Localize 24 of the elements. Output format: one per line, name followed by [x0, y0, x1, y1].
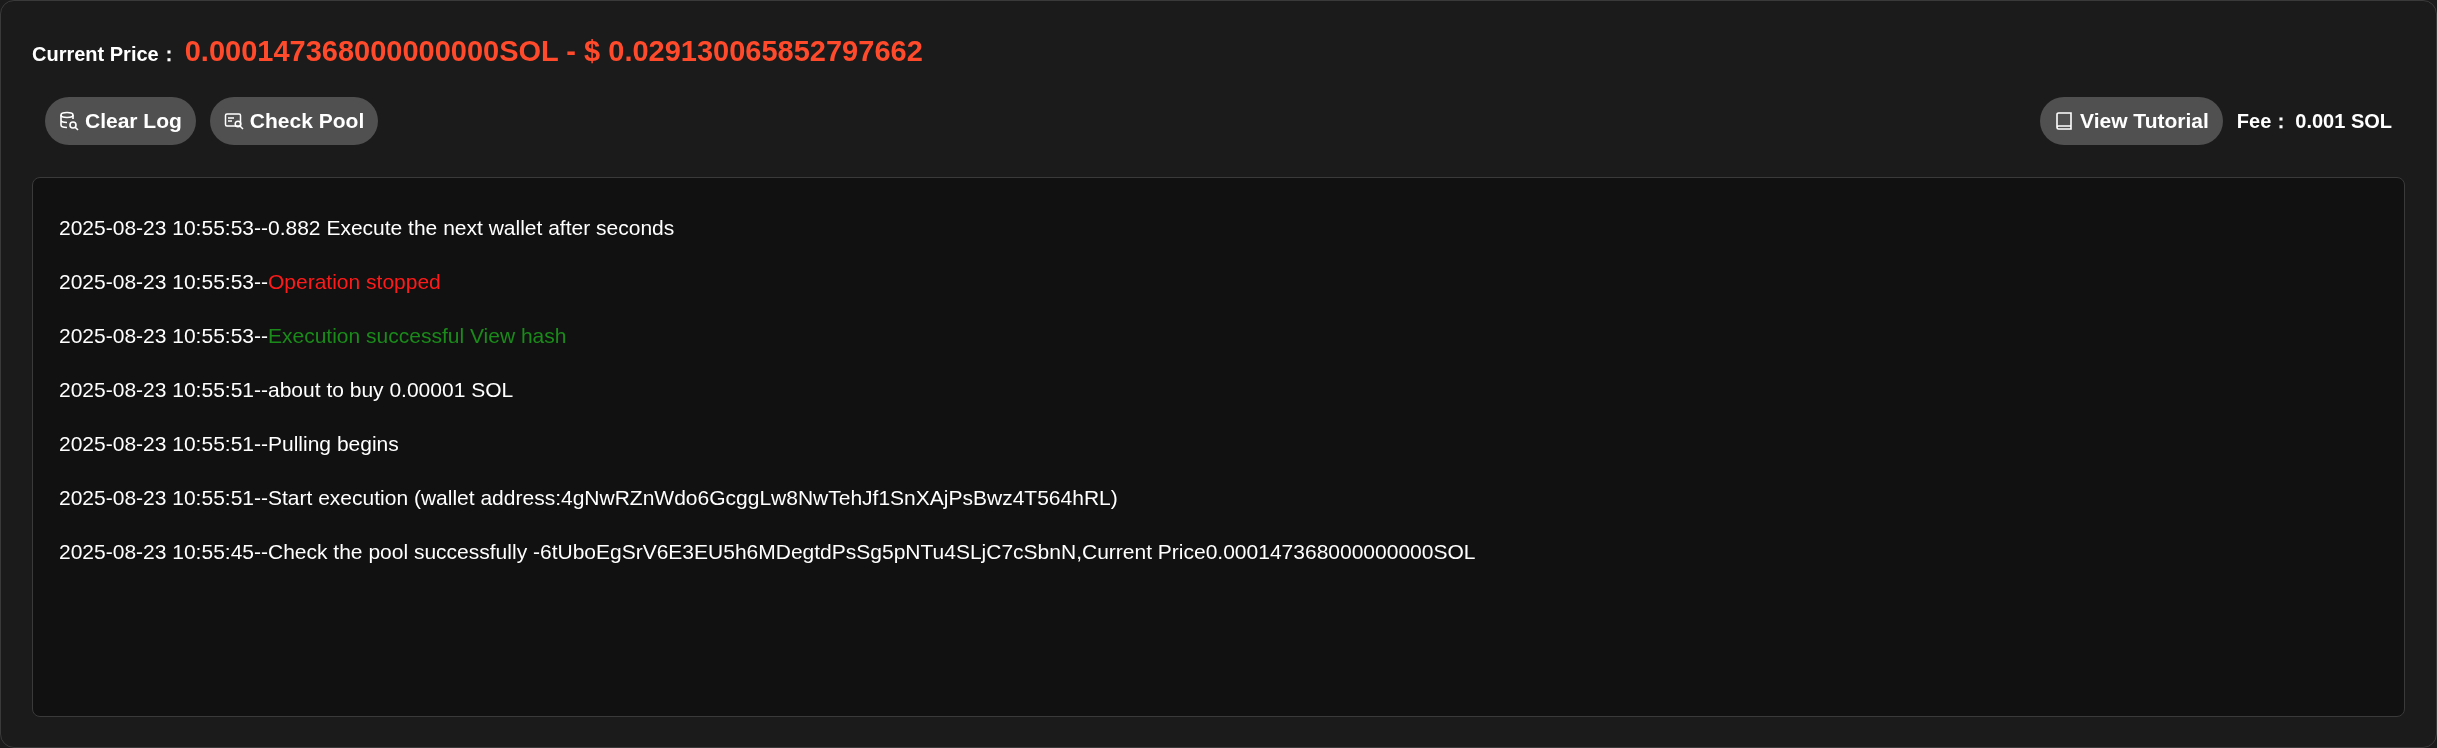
book-icon: [2054, 111, 2075, 131]
log-message: 0.882 Execute the next wallet after seconds: [268, 216, 675, 239]
view-tutorial-button[interactable]: View Tutorial: [2040, 97, 2223, 145]
fee-label: Fee：: [2236, 108, 2292, 134]
log-message: Execution successful View hash: [268, 324, 567, 347]
log-time: 2025-08-23 10:55:53--: [59, 324, 268, 347]
log-message: Check the pool successfully -6tUboEgSrV6E3EU5h6MDegtdPsSg5pNTu4SLjC7cSbnN,Current Price0.000147368000000000SOL: [268, 540, 1476, 563]
toolbar-button[interactable]: Check Pool: [209, 97, 379, 145]
log-time: 2025-08-23 10:55:45--: [59, 540, 268, 563]
fee-value: 0.001 SOL: [2295, 109, 2392, 133]
log-time: 2025-08-23 10:55:53--: [59, 270, 268, 293]
price-label: Current Price：: [32, 42, 179, 67]
price-value: 0.000147368000000000SOL - $ 0.029130065852797662: [184, 35, 923, 68]
database-search-icon: [59, 111, 79, 131]
log-message: about to buy 0.00001 SOL: [268, 378, 514, 401]
log-time: 2025-08-23 10:55:53--: [59, 216, 268, 239]
log-time: 2025-08-23 10:55:51--: [59, 432, 268, 455]
log-time: 2025-08-23 10:55:51--: [59, 486, 268, 509]
log-message: Operation stopped: [268, 270, 441, 293]
log-time: 2025-08-23 10:55:51--: [59, 378, 268, 401]
toolbar-button[interactable]: Clear Log: [45, 97, 196, 145]
card-search-icon: [223, 111, 244, 131]
log-message: Start execution (wallet address:4gNwRZnWdo6GcggLw8NwTehJf1SnXAjPsBwz4T564hRL): [268, 486, 1118, 509]
log-message: Pulling begins: [268, 432, 399, 455]
